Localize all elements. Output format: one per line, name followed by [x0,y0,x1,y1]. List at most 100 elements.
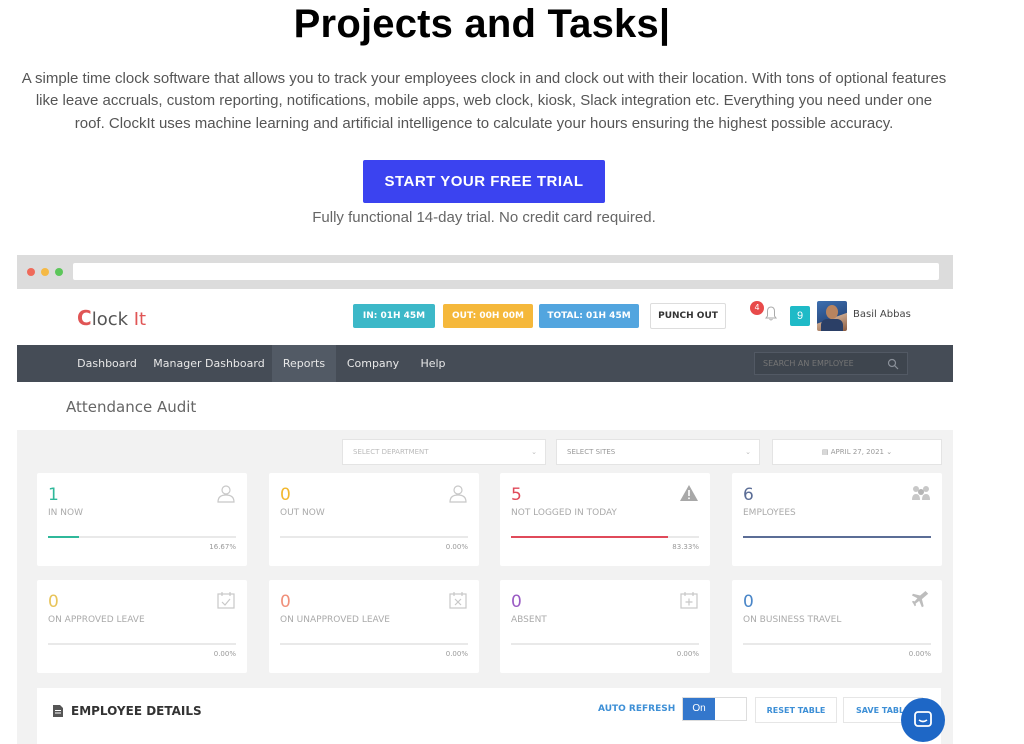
card-value: 0 [48,592,59,612]
card-progress-track [743,536,931,538]
card-label: ON UNAPPROVED LEAVE [280,615,390,625]
page-heading-bar: Attendance Audit [17,382,953,430]
chevron-down-icon: ⌄ [531,448,537,456]
warning-icon [680,485,698,501]
hero-description: A simple time clock software that allows… [21,70,947,132]
nav-reports[interactable]: Reports [272,345,336,382]
window-close-dot [27,268,35,276]
card-progress-fill [743,536,931,538]
employee-details-panel: EMPLOYEE DETAILS AUTO REFRESH On RESET T… [37,688,941,744]
calendar-plus-icon [680,592,698,609]
avatar[interactable] [817,301,847,331]
card-label: ON BUSINESS TRAVEL [743,615,842,625]
chevron-down-icon: ⌄ [745,448,751,456]
card-percent: 16.67% [209,543,236,551]
main-navbar: Dashboard Manager Dashboard Reports Comp… [17,345,953,382]
card-percent: 0.00% [445,543,468,551]
app-header: Clock It IN: 01H 45M 30S OUT: 00H 00M 00… [17,289,953,345]
card-value: 6 [743,485,754,505]
stat-card-absent[interactable]: 0 ABSENT 0.00% [500,580,710,673]
card-value: 0 [511,592,522,612]
nav-dashboard[interactable]: Dashboard [69,345,145,382]
calendar-x-icon [449,592,467,609]
stat-card-approved-leave[interactable]: 0 ON APPROVED LEAVE 0.00% [37,580,247,673]
logo-it: It [133,309,147,330]
attendance-audit-heading: Attendance Audit [66,398,197,416]
chat-launcher-button[interactable] [901,698,945,742]
avatar-body [821,319,843,331]
employee-search-input[interactable] [754,352,908,375]
card-progress-track [511,643,699,645]
card-progress-track [511,536,699,538]
plane-icon [912,591,929,608]
card-value: 1 [48,485,59,505]
app-screenshot-mockup: Clock It IN: 01H 45M 30S OUT: 00H 00M 00… [17,255,953,744]
calendar-icon: ▤ [821,448,831,456]
card-progress-track [48,643,236,645]
department-select[interactable]: SELECT DEPARTMENT ⌄ [342,439,546,465]
window-maximize-dot [55,268,63,276]
nav-manager-dashboard[interactable]: Manager Dashboard [153,345,265,382]
card-value: 0 [280,592,291,612]
chat-icon [914,711,932,727]
card-value: 5 [511,485,522,505]
auto-refresh-toggle[interactable]: On [682,697,747,721]
stat-card-employees[interactable]: 6 EMPLOYEES [732,473,942,566]
bell-icon[interactable] [765,306,777,322]
trial-note: Fully functional 14-day trial. No credit… [312,209,656,226]
user-icon [217,485,235,503]
notification-count-badge: 4 [750,301,764,315]
card-progress-track [280,536,468,538]
card-progress-fill [48,536,80,538]
stat-card-business-travel[interactable]: 0 ON BUSINESS TRAVEL 0.00% [732,580,942,673]
card-label: EMPLOYEES [743,508,796,518]
address-bar [73,263,939,280]
stat-card-in-now[interactable]: 1 IN NOW 16.67% [37,473,247,566]
user-icon [449,485,467,503]
card-value: 0 [280,485,291,505]
nav-company[interactable]: Company [342,345,404,382]
stat-card-out-now[interactable]: 0 OUT NOW 0.00% [269,473,479,566]
browser-chrome [17,255,953,289]
document-icon [53,705,63,717]
sites-select[interactable]: SELECT SITES ⌄ [556,439,760,465]
card-progress-fill [511,536,668,538]
user-name[interactable]: Basil Abbas [853,309,911,320]
card-percent: 0.00% [908,650,931,658]
page-title: Projects and Tasks| [293,2,671,46]
sites-select-label: SELECT SITES [567,448,616,456]
card-percent: 83.33% [672,543,699,551]
card-progress-track [280,643,468,645]
card-label: NOT LOGGED IN TODAY [511,508,617,518]
nav-help[interactable]: Help [413,345,453,382]
message-count-badge[interactable]: 9 [790,306,810,326]
reset-table-button[interactable]: RESET TABLE [755,697,837,723]
avatar-head [826,305,838,319]
clock-out-timer: OUT: 00H 00M 00S [443,304,533,345]
department-select-label: SELECT DEPARTMENT [353,448,429,456]
group-icon [912,486,930,500]
logo-c: C [77,306,92,330]
card-label: IN NOW [48,508,83,518]
clock-in-timer: IN: 01H 45M 30S [353,304,435,345]
clockit-logo: Clock It [77,306,146,330]
stat-card-unapproved-leave[interactable]: 0 ON UNAPPROVED LEAVE 0.00% [269,580,479,673]
calendar-check-icon [217,592,235,609]
search-icon[interactable] [887,358,899,370]
window-minimize-dot [41,268,49,276]
card-progress-track [48,536,236,538]
start-free-trial-button[interactable]: START YOUR FREE TRIAL [363,160,605,203]
logo-lock: lock [91,309,134,330]
date-picker[interactable]: ▤ APRIL 27, 2021 ⌄ [772,439,942,465]
card-label: OUT NOW [280,508,325,518]
card-value: 0 [743,592,754,612]
stat-card-not-logged-in[interactable]: 5 NOT LOGGED IN TODAY 83.33% [500,473,710,566]
date-picker-label: APRIL 27, 2021 [830,448,884,456]
card-label: ON APPROVED LEAVE [48,615,145,625]
punch-out-button[interactable]: PUNCH OUT [650,303,726,329]
toggle-on-state: On [683,698,715,720]
employee-details-title: EMPLOYEE DETAILS [71,704,202,718]
chevron-down-icon: ⌄ [884,448,893,456]
total-timer: TOTAL: 01H 45M 30S [539,304,639,345]
card-percent: 0.00% [676,650,699,658]
